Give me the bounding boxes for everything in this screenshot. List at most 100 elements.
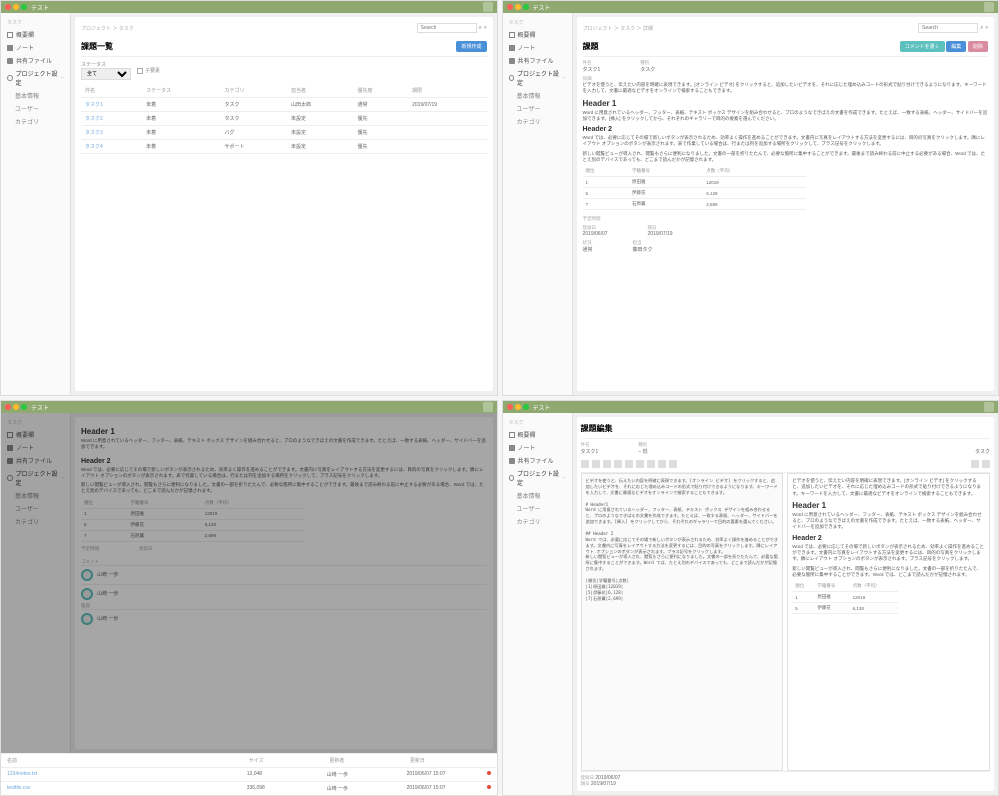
children-checkbox[interactable]: 子要素 [137,67,160,74]
file-link[interactable]: 1234notes.txt [7,771,247,778]
titlebar: テスト [503,1,999,13]
breadcrumb[interactable]: プロジェクト ＞ タスク ＞ 詳細 [583,25,654,32]
menu-icon[interactable] [984,402,994,412]
sidebar-item-notes[interactable]: ノート [503,441,572,454]
close-icon[interactable] [5,4,11,10]
sidebar-item-settings[interactable]: プロジェクト設定− [503,67,572,89]
issue-table: 件名ステータスカテゴリ担当者優先度期限 タスク1未着タスク山田太郎通常2019/… [81,84,487,154]
dropdown-icon[interactable]: ▾ [484,25,487,31]
heading-1: Header 1 [792,501,985,510]
sidebar-section: タスク [503,417,572,428]
toolbar-btn[interactable] [636,460,644,468]
expand-icon[interactable]: − [61,75,64,81]
desc-para: Word に用意されているヘッダー、フッター、表紙、テキスト ボックス デザイン… [583,110,989,123]
sidebar-sub-basic[interactable]: 基本情報 [503,89,572,102]
dropdown-icon[interactable]: ▾ [985,25,988,31]
search-icon[interactable]: ⌕ [479,25,482,32]
sidebar-sub-users[interactable]: ユーザー [503,102,572,115]
sidebar-item-notes[interactable]: ノート [1,41,70,54]
heading-1: Header 1 [583,99,989,108]
note-icon [509,45,515,51]
toolbar-btn[interactable] [592,460,600,468]
table-row: タスク4未着サポート未設定優先 [81,140,487,154]
app-title: テスト [533,3,985,12]
expand-icon[interactable]: − [563,475,566,481]
sidebar-item-overview[interactable]: 概要欄 [503,28,572,41]
toolbar-btn[interactable] [614,460,622,468]
max-icon[interactable] [523,404,529,410]
sidebar-item-files[interactable]: 共有ファイル [503,54,572,67]
menu-icon[interactable] [984,2,994,12]
edit-button[interactable]: 編集 [946,41,966,52]
ranking-table: 順位学籍番号点数（平均） 1原田雅120195伊藤花6,128 [792,581,898,614]
modal-overlay[interactable] [1,413,497,753]
due-date: 2019/07/19 [648,231,673,237]
issue-link[interactable]: タスク4 [81,140,142,154]
desc-para: ビデオを使うと、伝えたい内容を明確に表現できます。[オンライン ビデオ] をクリ… [583,82,989,95]
close-icon[interactable] [507,404,513,410]
priority-select[interactable]: − 低 [638,448,647,455]
due-date: 2019/07/19 [591,781,616,787]
sidebar-sub-basic[interactable]: 基本情報 [503,489,572,502]
file-row[interactable]: 1234notes.txt12,048山崎 一歩2019/06/07 15:07 [1,767,497,781]
issue-link[interactable]: タスク2 [81,112,142,126]
max-icon[interactable] [21,404,27,410]
max-icon[interactable] [21,4,27,10]
close-icon[interactable] [507,4,513,10]
markdown-source[interactable]: ビデオを使うと、伝えたい内容を明確に表現できます。[オンライン ビデオ] をクリ… [581,473,784,771]
issue-link[interactable]: タスク1 [81,98,142,112]
search-icon[interactable]: ⌕ [980,25,983,32]
sidebar-item-overview[interactable]: 概要欄 [503,428,572,441]
sidebar-sub-users[interactable]: ユーザー [503,502,572,515]
min-icon[interactable] [515,404,521,410]
dashboard-icon [509,432,515,438]
sidebar-sub-category[interactable]: カテゴリ [1,115,70,128]
sidebar-section: タスク [503,17,572,28]
sidebar-item-notes[interactable]: ノート [503,41,572,54]
sidebar-item-files[interactable]: 共有ファイル [503,454,572,467]
sidebar-sub-category[interactable]: カテゴリ [503,515,572,528]
editor-toolbar [581,458,991,473]
breadcrumb[interactable]: プロジェクト ＞ タスク [81,25,134,32]
file-row[interactable]: testfile.csv336,098山崎 一歩2019/06/07 15:07 [1,781,497,795]
search-input[interactable] [417,23,477,33]
toolbar-btn[interactable] [658,460,666,468]
toolbar-btn[interactable] [971,460,979,468]
status-filter[interactable]: 全て [81,68,131,80]
menu-icon[interactable] [483,2,493,12]
page-title: 課題編集 [581,421,991,439]
sidebar-item-files[interactable]: 共有ファイル [1,54,70,67]
table-row: タスク2未着タスク未設定優先 [81,112,487,126]
toolbar-btn[interactable] [982,460,990,468]
titlebar: テスト [1,1,497,13]
ranking-table: 順位学籍番号点数（平均） 1原田雅120195伊藤花6,1287石原翼2,699 [583,166,806,210]
delete-button[interactable]: 削除 [968,41,988,52]
toolbar-btn[interactable] [625,460,633,468]
issue-link[interactable]: タスク3 [81,126,142,140]
markdown-preview: ビデオを使うと、伝えたい内容を明確に表現できます。[オンライン ビデオ] をクリ… [787,473,990,771]
sidebar-sub-category[interactable]: カテゴリ [503,115,572,128]
max-icon[interactable] [523,4,529,10]
min-icon[interactable] [515,4,521,10]
sidebar-item-settings[interactable]: プロジェクト設定− [503,467,572,489]
close-icon[interactable] [5,404,11,410]
menu-icon[interactable] [483,402,493,412]
toolbar-btn[interactable] [603,460,611,468]
sidebar-item-overview[interactable]: 概要欄 [1,28,70,41]
sidebar-sub-basic[interactable]: 基本情報 [1,89,70,102]
toolbar-btn[interactable] [669,460,677,468]
expand-icon[interactable]: − [563,75,566,81]
status-value: 通常 [583,246,593,253]
comment-button[interactable]: コメントを書く [900,41,945,52]
created-date: 2019/06/07 [583,231,608,237]
sidebar-sub-users[interactable]: ユーザー [1,102,70,115]
min-icon[interactable] [13,4,19,10]
create-button[interactable]: 新規作成 [456,41,486,52]
min-icon[interactable] [13,404,19,410]
file-link[interactable]: testfile.csv [7,785,247,792]
sidebar: タスク 概要欄 ノート 共有ファイル プロジェクト設定− 基本情報 ユーザー カ… [1,13,71,395]
toolbar-btn[interactable] [647,460,655,468]
toolbar-btn[interactable] [581,460,589,468]
sidebar-item-settings[interactable]: プロジェクト設定− [1,67,70,89]
search-input[interactable] [918,23,978,33]
